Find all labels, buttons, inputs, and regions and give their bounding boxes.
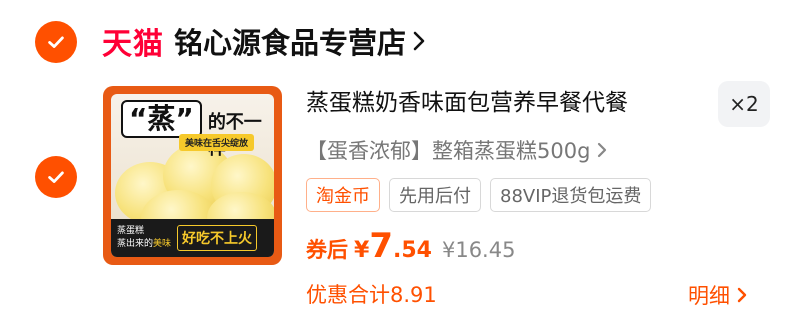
price-row: 券后 ¥ 7 .54 ¥16.45	[306, 226, 515, 270]
detail-button[interactable]: 明细	[688, 278, 748, 312]
checkmark-icon	[48, 36, 64, 48]
item-select-checkbox[interactable]	[35, 156, 77, 198]
currency-symbol: ¥	[354, 238, 370, 263]
tmall-logo: 天猫	[102, 27, 164, 62]
thumbnail-banner: 蒸蛋糕 蒸出来的美味 好吃不上火	[111, 219, 274, 257]
sku-selector[interactable]: 【蛋香浓郁】整箱蒸蛋糕500g	[306, 133, 608, 167]
store-header[interactable]: 天猫 铭心源食品专营店	[102, 18, 426, 64]
chevron-right-icon	[412, 30, 426, 52]
detail-label: 明细	[688, 284, 730, 308]
thumbnail-tag: 美味在舌尖绽放	[179, 134, 255, 151]
tag-pay-later: 先用后付	[389, 178, 481, 212]
price-decimal: .54	[392, 238, 432, 263]
product-thumbnail[interactable]: “蒸” 的不一样 美味在舌尖绽放 蒸蛋糕 蒸出来的美味 好吃不上火	[103, 86, 282, 265]
thumbnail-image: “蒸” 的不一样 美味在舌尖绽放 蒸蛋糕 蒸出来的美味 好吃不上火	[111, 94, 274, 257]
product-title[interactable]: 蒸蛋糕奶香味面包营养早餐代餐	[306, 86, 628, 120]
store-select-checkbox[interactable]	[35, 21, 77, 63]
chevron-right-icon	[596, 141, 608, 159]
sku-label: 【蛋香浓郁】整箱蒸蛋糕500g	[306, 139, 591, 163]
price-integer: 7	[369, 226, 393, 266]
price-label: 券后	[306, 238, 348, 262]
tag-88vip-return: 88VIP退货包运费	[490, 178, 652, 212]
thumbnail-headline: “蒸” 的不一样	[121, 100, 274, 160]
quantity-badge[interactable]: ×2	[718, 81, 770, 127]
original-price: ¥16.45	[441, 238, 516, 262]
discount-total: 优惠合计8.91	[306, 283, 437, 307]
service-tags: 淘金币 先用后付 88VIP退货包运费	[306, 178, 652, 212]
checkmark-icon	[48, 171, 64, 183]
chevron-right-icon	[736, 286, 748, 304]
store-name[interactable]: 铭心源食品专营店	[174, 20, 406, 62]
tag-taojinbi: 淘金币	[306, 178, 380, 212]
thumbnail-badge: 好吃不上火	[177, 225, 258, 251]
